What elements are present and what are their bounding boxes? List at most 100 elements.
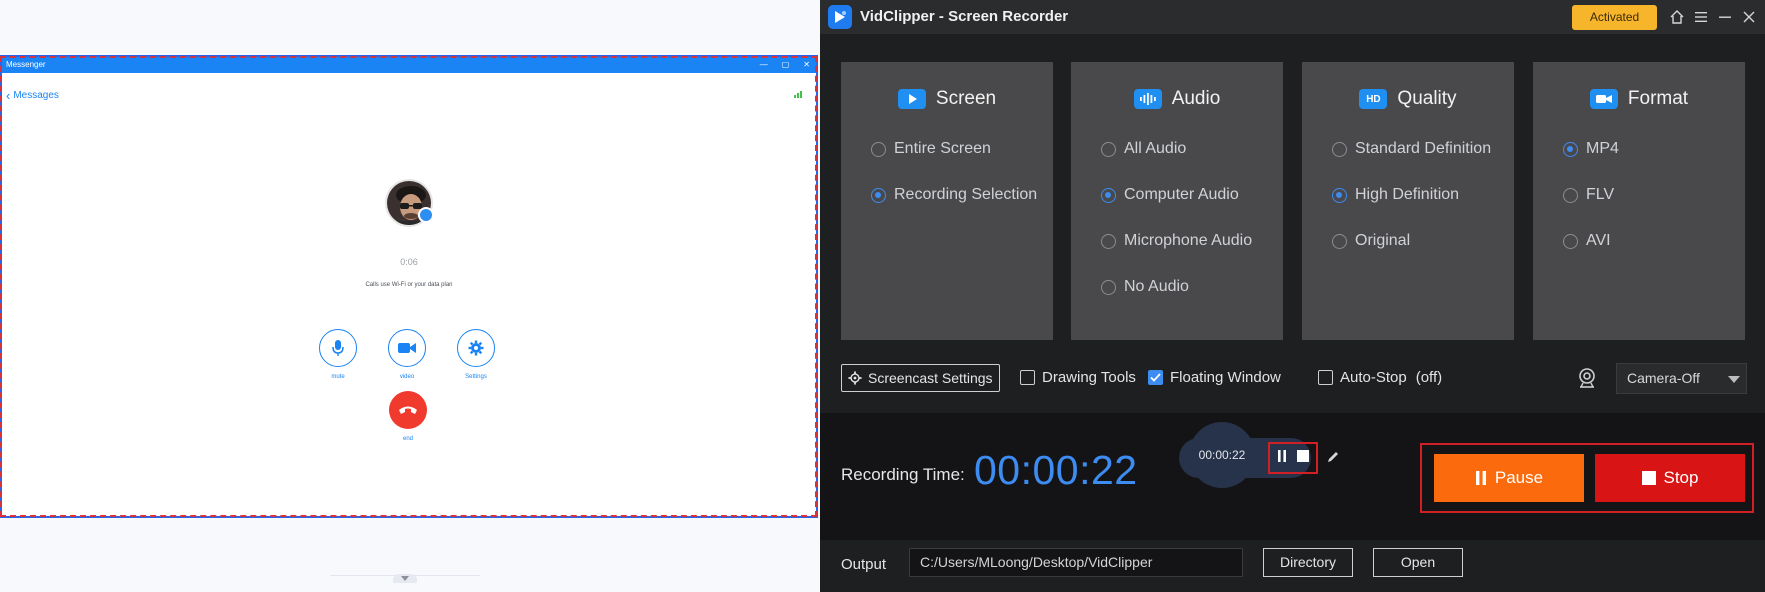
- recording-time: 00:00:22: [974, 447, 1138, 493]
- radio-standard-definition[interactable]: [1332, 141, 1347, 157]
- pause-icon[interactable]: [1277, 449, 1287, 467]
- option-label: No Audio: [1124, 278, 1189, 295]
- auto-stop-toggle[interactable]: Auto-Stop (off): [1318, 369, 1442, 386]
- radio-avi[interactable]: [1563, 233, 1578, 249]
- messenger-window-title: Messenger: [6, 60, 46, 69]
- radio-mp4[interactable]: [1563, 141, 1578, 157]
- radio-original[interactable]: [1332, 233, 1347, 249]
- mute-button[interactable]: [319, 329, 357, 367]
- end-call-button[interactable]: [389, 391, 427, 429]
- maximize-icon[interactable]: ▢: [782, 57, 790, 73]
- radio-high-definition[interactable]: [1332, 187, 1347, 203]
- radio-flv[interactable]: [1563, 187, 1578, 203]
- option-computer-audio[interactable]: Computer Audio: [1101, 186, 1239, 204]
- messenger-badge-icon: [418, 207, 434, 223]
- floating-window-checkbox[interactable]: [1148, 370, 1163, 385]
- stop-icon: [1641, 471, 1656, 485]
- messenger-titlebar: Messenger: [2, 57, 816, 73]
- video-camera-icon: [1589, 89, 1618, 109]
- floating-window-toggle[interactable]: Floating Window: [1148, 369, 1281, 386]
- radio-microphone-audio[interactable]: [1101, 233, 1116, 249]
- camera-select[interactable]: Camera-Off: [1616, 363, 1747, 394]
- option-standard-definition[interactable]: Standard Definition: [1332, 140, 1491, 158]
- microphone-icon: [332, 340, 344, 356]
- output-path-field[interactable]: C:/Users/MLoong/Desktop/VidClipper: [909, 548, 1243, 577]
- stop-button[interactable]: Stop: [1595, 454, 1745, 502]
- chevron-down-icon: [1728, 376, 1740, 383]
- auto-stop-checkbox[interactable]: [1318, 370, 1333, 385]
- close-icon[interactable]: [1740, 8, 1758, 26]
- radio-recording-selection[interactable]: [871, 187, 886, 203]
- close-icon[interactable]: ✕: [803, 57, 810, 73]
- camera-select-value: Camera-Off: [1627, 370, 1700, 386]
- pause-icon: [1475, 471, 1486, 485]
- messenger-window-controls: — ▢ ✕: [760, 57, 810, 73]
- audio-card-header: Audio: [1071, 88, 1283, 110]
- signal-icon: [794, 90, 804, 100]
- messenger-window: Messenger — ▢ ✕ ‹ Messages 0:06 Calls us…: [2, 57, 816, 516]
- floating-window-label: Floating Window: [1170, 369, 1281, 386]
- video-camera-icon: [398, 343, 416, 353]
- stop-label: Stop: [1663, 468, 1699, 487]
- directory-button[interactable]: Directory: [1263, 548, 1353, 577]
- floating-timer-value: 00:00:22: [1198, 448, 1246, 462]
- option-avi[interactable]: AVI: [1563, 232, 1611, 250]
- pencil-icon[interactable]: [1326, 450, 1340, 464]
- audio-card: Audio All Audio Computer Audio Microphon…: [1071, 62, 1283, 340]
- vidclipper-window: VidClipper - Screen Recorder Activated S…: [820, 0, 1765, 592]
- home-icon[interactable]: [1668, 8, 1686, 26]
- radio-no-audio[interactable]: [1101, 279, 1116, 295]
- vidclipper-logo-icon: [828, 5, 852, 29]
- options-toolbar: Screencast Settings Drawing Tools Floati…: [820, 362, 1765, 396]
- option-label: Computer Audio: [1124, 186, 1239, 203]
- menu-icon[interactable]: [1692, 8, 1710, 26]
- radio-all-audio[interactable]: [1101, 141, 1116, 157]
- drawing-tools-toggle[interactable]: Drawing Tools: [1020, 369, 1136, 386]
- pause-button[interactable]: Pause: [1434, 454, 1584, 502]
- floating-controls-highlight: [1268, 442, 1318, 474]
- screen-icon: [897, 89, 926, 109]
- settings-label: Settings: [465, 374, 487, 380]
- chevron-left-icon: ‹: [6, 88, 11, 103]
- messages-back-link[interactable]: ‹ Messages: [6, 88, 59, 103]
- option-all-audio[interactable]: All Audio: [1101, 140, 1186, 158]
- recording-panel: Recording Time: 00:00:22 00:00:22 Pause …: [820, 413, 1765, 540]
- option-original[interactable]: Original: [1332, 232, 1410, 250]
- floating-timer[interactable]: 00:00:22: [1189, 422, 1255, 488]
- radio-entire-screen[interactable]: [871, 141, 886, 157]
- output-label: Output: [841, 556, 887, 573]
- option-label: Standard Definition: [1355, 140, 1492, 157]
- video-button[interactable]: [388, 329, 426, 367]
- call-timer: 0:06: [400, 257, 418, 267]
- quality-card: HD Quality Standard Definition High Defi…: [1302, 62, 1514, 340]
- radio-computer-audio[interactable]: [1101, 187, 1116, 203]
- option-label: MP4: [1586, 140, 1619, 157]
- auto-stop-value: (off): [1415, 369, 1443, 386]
- audio-waveform-icon: [1133, 89, 1162, 109]
- expand-panel-button[interactable]: [393, 574, 417, 583]
- option-microphone-audio[interactable]: Microphone Audio: [1101, 232, 1252, 250]
- drawing-tools-checkbox[interactable]: [1020, 370, 1035, 385]
- drawing-tools-label: Drawing Tools: [1042, 369, 1136, 386]
- option-high-definition[interactable]: High Definition: [1332, 186, 1459, 204]
- option-label: AVI: [1586, 232, 1611, 249]
- option-mp4[interactable]: MP4: [1563, 140, 1619, 158]
- settings-button[interactable]: [457, 329, 495, 367]
- activated-badge[interactable]: Activated: [1572, 5, 1657, 30]
- audio-card-title: Audio: [1171, 88, 1221, 109]
- screencast-settings-button[interactable]: Screencast Settings: [841, 364, 1000, 392]
- option-recording-selection[interactable]: Recording Selection: [871, 186, 1037, 204]
- auto-stop-label: Auto-Stop: [1340, 369, 1407, 386]
- option-entire-screen[interactable]: Entire Screen: [871, 140, 991, 158]
- option-label: Entire Screen: [894, 140, 991, 157]
- app-title: VidClipper - Screen Recorder: [860, 8, 1069, 25]
- recording-time-label: Recording Time:: [841, 465, 965, 484]
- stop-icon[interactable]: [1297, 449, 1309, 467]
- minimize-icon[interactable]: —: [760, 57, 768, 73]
- option-flv[interactable]: FLV: [1563, 186, 1614, 204]
- option-label: All Audio: [1124, 140, 1187, 157]
- open-button[interactable]: Open: [1373, 548, 1463, 577]
- minimize-icon[interactable]: [1716, 8, 1734, 26]
- format-card-title: Format: [1627, 88, 1689, 109]
- option-no-audio[interactable]: No Audio: [1101, 278, 1189, 296]
